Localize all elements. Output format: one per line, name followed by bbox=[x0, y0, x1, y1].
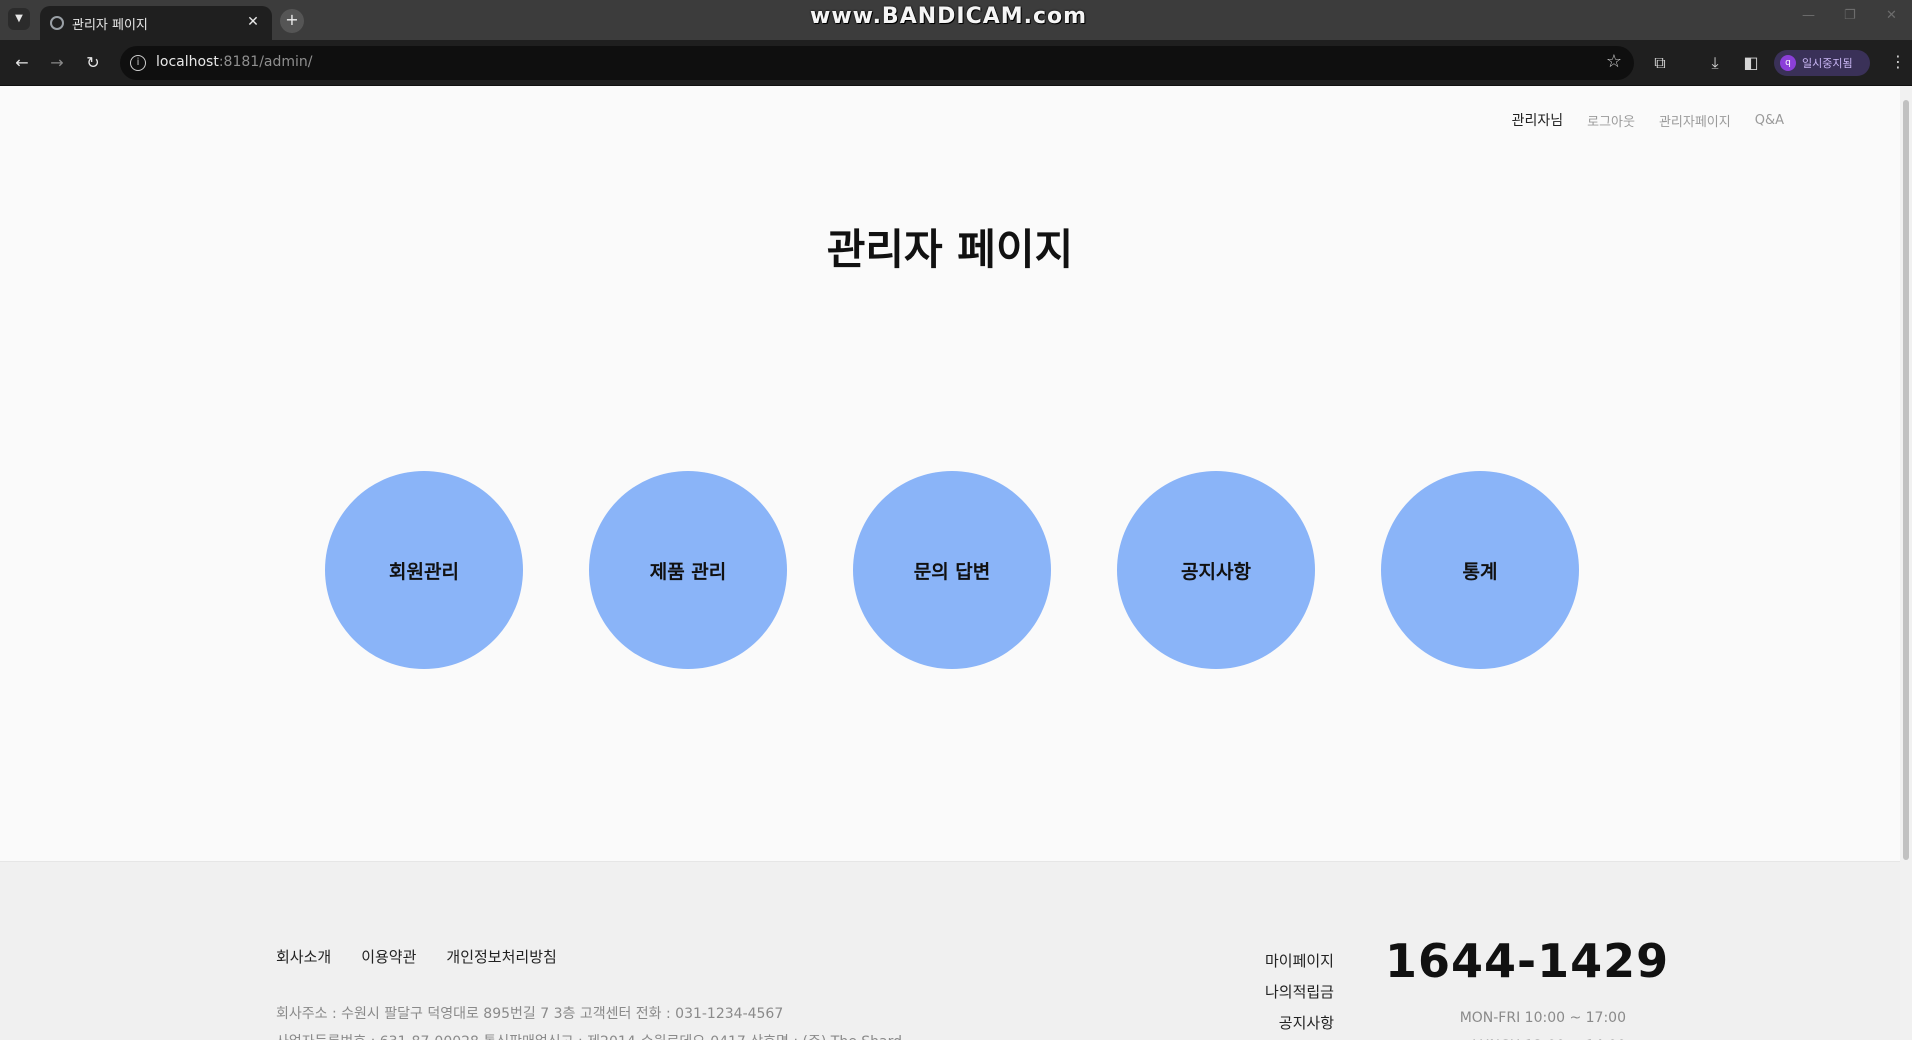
url-host: localhost bbox=[156, 54, 219, 70]
download-icon[interactable]: ⤓ bbox=[1704, 52, 1726, 74]
footer-links: 회사소개 이용약관 개인정보처리방침 bbox=[276, 946, 557, 967]
back-icon[interactable]: ← bbox=[11, 53, 33, 75]
profile-avatar: q bbox=[1780, 55, 1796, 71]
bookmark-star-icon[interactable]: ☆ bbox=[1606, 51, 1622, 72]
notice-label: 공지사항 bbox=[1181, 560, 1251, 583]
tab-search-chevron-icon[interactable]: ▼ bbox=[8, 8, 30, 30]
tab-title: 관리자 페이지 bbox=[72, 18, 148, 33]
forward-icon[interactable]: → bbox=[46, 53, 68, 75]
admin-page-link[interactable]: 관리자페이지 bbox=[1659, 111, 1731, 130]
globe-icon bbox=[50, 16, 64, 30]
footer-link-privacy[interactable]: 개인정보처리방침 bbox=[446, 946, 556, 967]
logout-link[interactable]: 로그아웃 bbox=[1587, 111, 1635, 130]
statistics-label: 통계 bbox=[1462, 560, 1498, 583]
member-management-button[interactable]: 회원관리 bbox=[325, 471, 523, 669]
notice-button[interactable]: 공지사항 bbox=[1117, 471, 1315, 669]
page-content: 관리자님 로그아웃 관리자페이지 Q&A 관리자 페이지 회원관리 제품 관리 … bbox=[0, 86, 1900, 1040]
weekday-hours: MON-FRI 10:00 ~ 17:00 bbox=[1459, 1010, 1626, 1026]
company-info: 회사주소 : 수원시 팔달구 덕영대로 895번길 7 3층 고객센터 전화 :… bbox=[276, 1000, 902, 1040]
customer-phone: 1644-1429 bbox=[1385, 934, 1670, 988]
restore-icon[interactable]: ❐ bbox=[1844, 8, 1856, 23]
footer-link-company[interactable]: 회사소개 bbox=[276, 946, 331, 967]
qna-link[interactable]: Q&A bbox=[1755, 113, 1784, 128]
recording-watermark: www.BANDICAM.com bbox=[810, 4, 1088, 29]
business-hours: MON-FRI 10:00 ~ 17:00 LUNCH 12:00 ~ 14:0… bbox=[1400, 1004, 1626, 1040]
product-management-button[interactable]: 제품 관리 bbox=[589, 471, 787, 669]
reload-icon[interactable]: ↻ bbox=[82, 53, 104, 75]
tab-close-icon[interactable]: ✕ bbox=[242, 11, 264, 33]
profile-status: 일시중지됨 bbox=[1802, 57, 1853, 70]
company-address: 회사주소 : 수원시 팔달구 덕영대로 895번길 7 3층 고객센터 전화 :… bbox=[276, 1006, 784, 1022]
page-title: 관리자 페이지 bbox=[826, 225, 1074, 274]
member-management-label: 회원관리 bbox=[389, 560, 459, 583]
footer-quick-links: 마이페이지 나의적립금 공지사항 bbox=[1200, 946, 1334, 1039]
browser-tab[interactable]: 관리자 페이지 ✕ bbox=[40, 6, 272, 40]
current-user: 관리자님 bbox=[1511, 113, 1564, 129]
profile-chip[interactable]: q 일시중지됨 bbox=[1774, 50, 1870, 76]
url-text[interactable]: localhost:8181/admin/ bbox=[156, 54, 313, 70]
new-tab-button[interactable]: + bbox=[280, 9, 304, 33]
statistics-button[interactable]: 통계 bbox=[1381, 471, 1579, 669]
footer-link-terms[interactable]: 이용약관 bbox=[361, 946, 416, 967]
extensions-icon[interactable]: ⧉ bbox=[1649, 52, 1671, 74]
address-bar[interactable]: i localhost:8181/admin/ ☆ bbox=[120, 46, 1634, 80]
footer-link-notice[interactable]: 공지사항 bbox=[1200, 1008, 1334, 1039]
footer: 회사소개 이용약관 개인정보처리방침 회사주소 : 수원시 팔달구 덕영대로 8… bbox=[0, 861, 1900, 1040]
footer-link-points[interactable]: 나의적립금 bbox=[1200, 977, 1334, 1008]
top-navigation: 관리자님 로그아웃 관리자페이지 Q&A bbox=[1512, 110, 1784, 130]
side-panel-icon[interactable]: ◧ bbox=[1740, 52, 1762, 74]
url-path: :8181/admin/ bbox=[218, 54, 313, 70]
inquiry-answer-button[interactable]: 문의 답변 bbox=[853, 471, 1051, 669]
minimize-icon[interactable]: — bbox=[1802, 8, 1815, 23]
browser-toolbar: ← → ↻ i localhost:8181/admin/ ☆ ⧉ ⤓ ◧ q … bbox=[0, 40, 1912, 86]
scrollbar-thumb[interactable] bbox=[1903, 100, 1909, 860]
product-management-label: 제품 관리 bbox=[649, 560, 727, 583]
inquiry-answer-label: 문의 답변 bbox=[913, 560, 991, 583]
browser-window: ▼ 관리자 페이지 ✕ + www.BANDICAM.com — ❐ ✕ ← →… bbox=[0, 0, 1912, 1040]
tab-strip: ▼ 관리자 페이지 ✕ + www.BANDICAM.com — ❐ ✕ bbox=[0, 0, 1912, 40]
close-window-icon[interactable]: ✕ bbox=[1886, 8, 1897, 23]
browser-menu-icon[interactable]: ⋮ bbox=[1890, 52, 1906, 71]
page-scrollbar[interactable] bbox=[1900, 86, 1912, 1040]
lunch-hours: LUNCH 12:00 ~ 14:00 bbox=[1400, 1032, 1626, 1040]
site-info-icon[interactable]: i bbox=[130, 55, 146, 71]
business-registration: 사업자등록번호 : 631-87-00028 통신판매업신고 : 제2014-수… bbox=[276, 1028, 902, 1040]
footer-link-mypage[interactable]: 마이페이지 bbox=[1200, 946, 1334, 977]
